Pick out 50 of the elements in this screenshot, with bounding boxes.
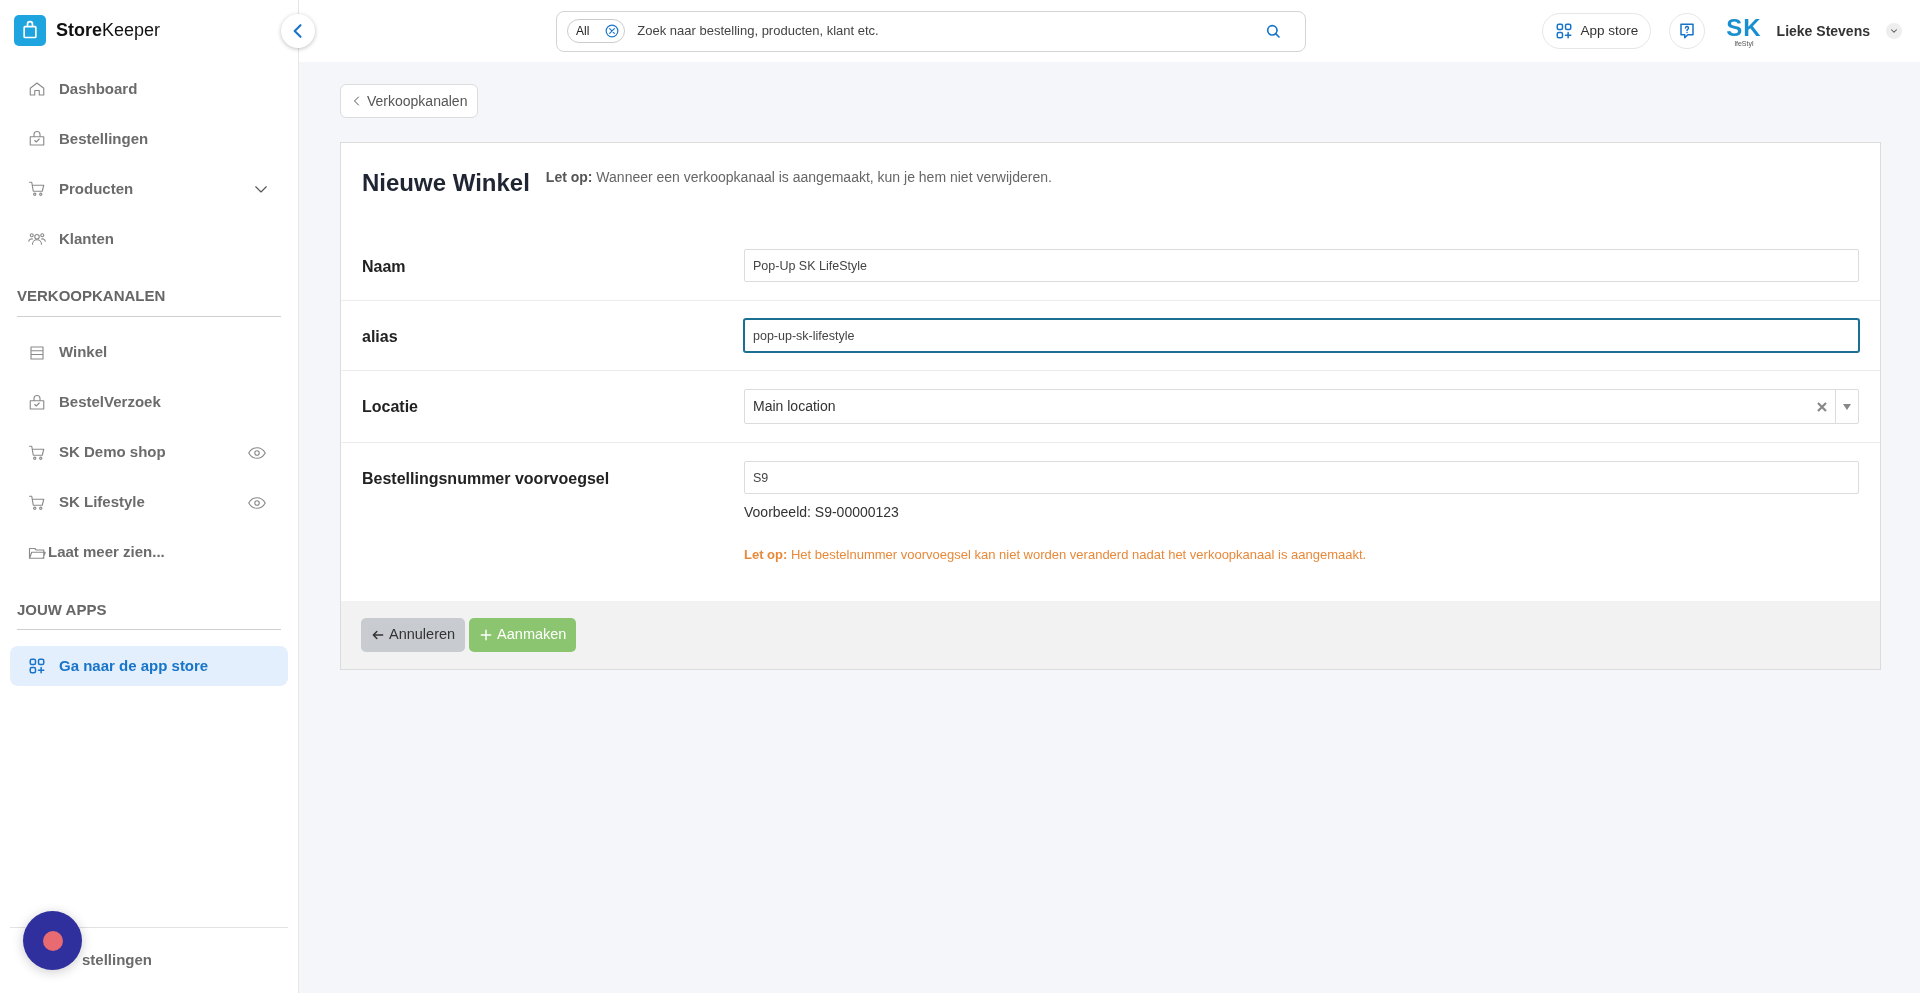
apps-icon: [28, 657, 46, 675]
brand-name: StoreKeeper: [56, 18, 161, 42]
cart-icon: [28, 180, 46, 198]
sidebar-item[interactable]: BestelVerzoek: [0, 382, 298, 423]
sidebar-item[interactable]: Ga naar de app store: [10, 646, 288, 686]
plus-icon: [479, 627, 494, 642]
basket-icon: [28, 130, 46, 148]
user-menu-chevron-icon[interactable]: [1886, 23, 1902, 39]
sidebar-item[interactable]: SK Demo shop: [0, 432, 298, 473]
field-label: alias: [362, 327, 399, 347]
sidebar-item[interactable]: Klanten: [0, 219, 298, 259]
home-icon: [28, 80, 46, 98]
collapse-button[interactable]: [281, 14, 315, 48]
example-text: Voorbeeld: S9-00000123: [744, 503, 900, 522]
notice-text: Let op: Wanneer een verkoopkanaal is aangemaakt, kun je hem niet verwijderen.: [545, 168, 1052, 187]
section-heading: VERKOOPKANALEN: [17, 285, 281, 317]
back-button[interactable]: Verkoopkanalen: [340, 84, 479, 118]
field-label: Bestellingsnummer voorvoegsel: [362, 469, 611, 489]
cart-icon: [28, 443, 46, 462]
warning-text: Let op: Het bestelnummer voorvoegsel kan niet worden veranderd nadat het verkoopkanaal is aangemaakt.: [744, 546, 1368, 564]
cart-icon: [28, 493, 46, 512]
basket-icon: [28, 393, 46, 412]
field-label: Locatie: [362, 397, 419, 417]
cancel-button[interactable]: Annuleren: [361, 617, 466, 652]
users-icon: [28, 230, 46, 248]
sidebar-item[interactable]: Producten: [0, 169, 298, 209]
help-chat-icon: [1678, 22, 1697, 40]
dropdown-arrow-icon[interactable]: [1843, 403, 1851, 410]
apps-icon: [1555, 22, 1574, 40]
store-icon: [28, 343, 46, 362]
sidebar-item[interactable]: Bestellingen: [0, 119, 298, 159]
logo-icon: [14, 14, 46, 46]
input-field[interactable]: pop-up-sk-lifestyle: [744, 319, 1859, 352]
search-input[interactable]: Zoek naar bestelling, producten, klant etc.: [637, 21, 1253, 41]
clear-icon[interactable]: [1817, 401, 1827, 412]
search-field[interactable]: All Zoek naar bestelling, producten, klant etc.: [556, 10, 1306, 52]
input-field[interactable]: Pop-Up SK LifeStyle: [744, 249, 1859, 282]
sidebar-item[interactable]: SK Lifestyle: [0, 482, 298, 523]
form-title: Nieuwe Winkel: [362, 168, 530, 198]
clear-icon[interactable]: [605, 24, 620, 38]
user-name[interactable]: Lieke Stevens: [1776, 20, 1870, 42]
location-select[interactable]: Main location: [744, 389, 1859, 424]
field-label: Naam: [362, 257, 407, 277]
sidebar-item[interactable]: Dashboard: [0, 69, 298, 109]
sidebar-item[interactable]: stellingen: [82, 949, 152, 972]
search-icon[interactable]: [1265, 23, 1281, 39]
sidebar-item[interactable]: Winkel: [0, 332, 298, 373]
section-heading: JOUW APPS: [17, 598, 281, 630]
sidebar-item[interactable]: Laat meer zien...: [0, 532, 298, 573]
input-field[interactable]: S9: [744, 461, 1859, 494]
